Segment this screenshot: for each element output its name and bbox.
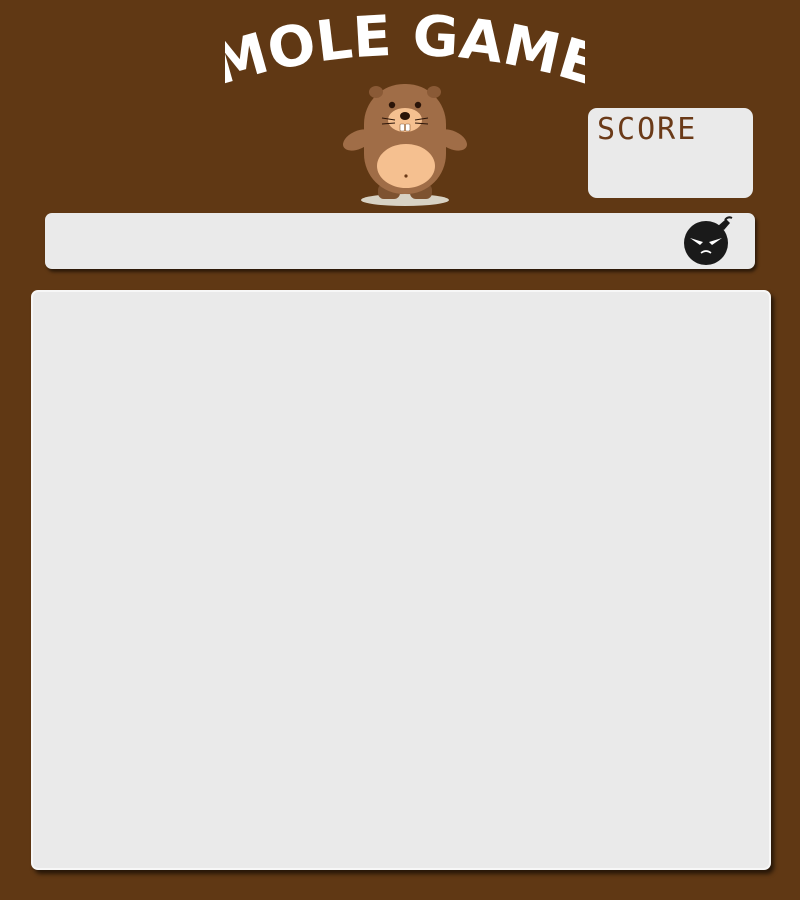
mole-icon [340, 80, 470, 210]
score-label: SCORE [597, 112, 698, 147]
score-panel: SCORE [588, 108, 753, 198]
game-board[interactable] [31, 290, 771, 870]
game-screen: MOLE GAME SCORE [0, 0, 800, 900]
status-bar [45, 213, 755, 269]
bomb-icon[interactable] [678, 216, 734, 266]
